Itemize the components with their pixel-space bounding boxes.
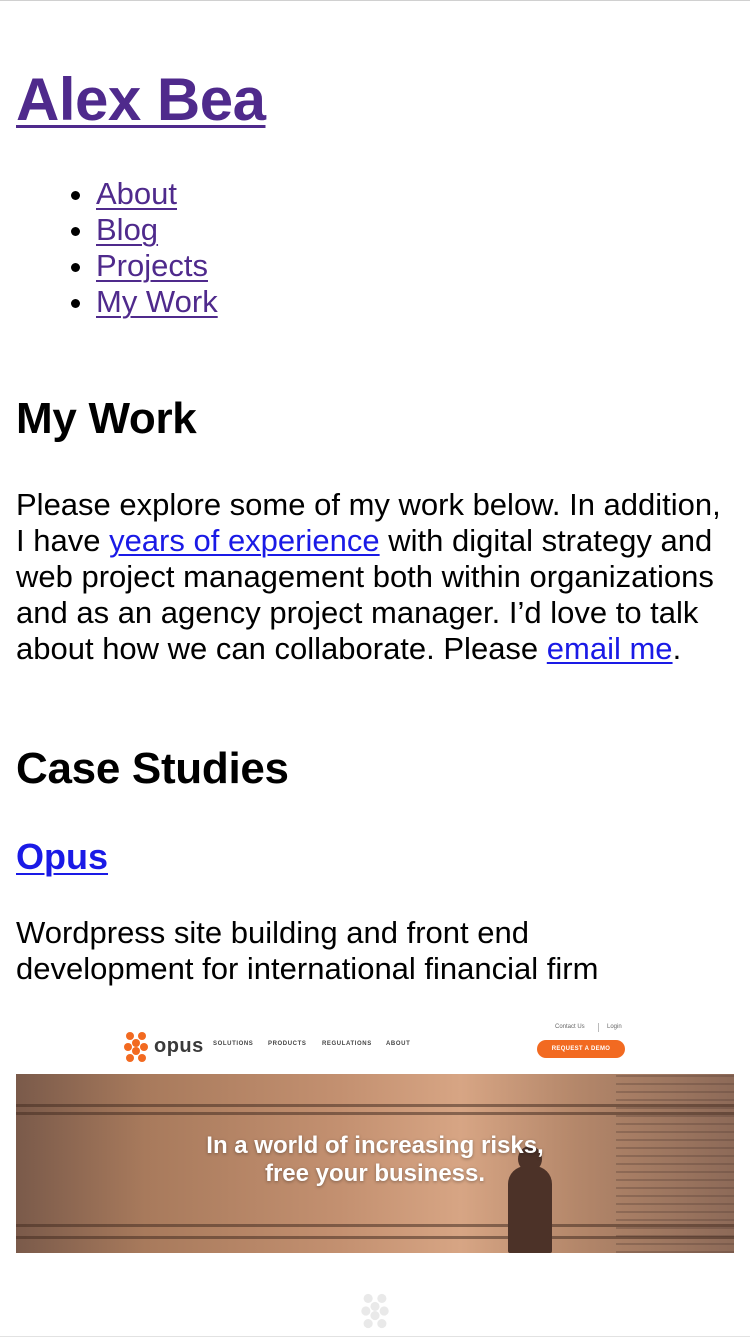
- bottom-border: [0, 1336, 750, 1337]
- nav-link-about[interactable]: About: [96, 176, 177, 211]
- nav-item-about: About: [96, 176, 218, 212]
- case-study-opus-screenshot[interactable]: opus SOLUTIONS PRODUCTS REGULATIONS ABOU…: [16, 1012, 734, 1253]
- hero-beam: [16, 1224, 734, 1227]
- case-study-description: Wordpress site building and front end de…: [16, 915, 599, 986]
- opus-util-divider: [598, 1023, 599, 1032]
- opus-faded-logo-icon: [361, 1293, 389, 1329]
- opus-nav-products: PRODUCTS: [268, 1041, 307, 1047]
- case-studies-heading: Case Studies: [16, 744, 289, 793]
- hero-line-1: In a world of increasing risks,: [206, 1132, 544, 1159]
- opus-login-link: Login: [607, 1024, 622, 1030]
- opus-nav-about: ABOUT: [386, 1041, 411, 1047]
- main-nav: About Blog Projects My Work: [0, 176, 218, 320]
- opus-nav-regulations: REGULATIONS: [322, 1041, 372, 1047]
- opus-request-demo-button: REQUEST A DEMO: [537, 1040, 625, 1058]
- page-heading: My Work: [16, 394, 197, 443]
- nav-item-blog: Blog: [96, 212, 218, 248]
- case-study-opus-link[interactable]: Opus: [16, 836, 108, 877]
- top-border: [0, 0, 750, 1]
- site-title: Alex Bea: [16, 64, 266, 136]
- hero-beam: [16, 1104, 734, 1107]
- opus-hero-image: In a world of increasing risks, free you…: [16, 1074, 734, 1253]
- hero-beam: [16, 1112, 734, 1115]
- opus-nav-solutions: SOLUTIONS: [213, 1041, 254, 1047]
- opus-wordmark: opus: [154, 1035, 204, 1057]
- nav-link-blog[interactable]: Blog: [96, 212, 158, 247]
- intro-paragraph: Please explore some of my work below. In…: [16, 487, 736, 667]
- opus-contact-link: Contact Us: [555, 1024, 585, 1030]
- experience-link[interactable]: years of experience: [109, 523, 380, 558]
- intro-text-3: .: [672, 631, 682, 666]
- hero-beam: [16, 1236, 734, 1239]
- email-link[interactable]: email me: [547, 631, 673, 666]
- hero-line-2: free your business.: [264, 1160, 486, 1187]
- nav-link-my-work[interactable]: My Work: [96, 284, 218, 319]
- opus-hero-headline: In a world of increasing risks, free you…: [16, 1132, 734, 1188]
- site-title-link[interactable]: Alex Bea: [16, 66, 266, 133]
- nav-link-projects[interactable]: Projects: [96, 248, 208, 283]
- opus-site-header: opus SOLUTIONS PRODUCTS REGULATIONS ABOU…: [16, 1012, 734, 1074]
- case-study-title: Opus: [16, 835, 108, 879]
- nav-item-projects: Projects: [96, 248, 218, 284]
- opus-logo-icon: [124, 1032, 148, 1062]
- nav-item-my-work: My Work: [96, 284, 218, 320]
